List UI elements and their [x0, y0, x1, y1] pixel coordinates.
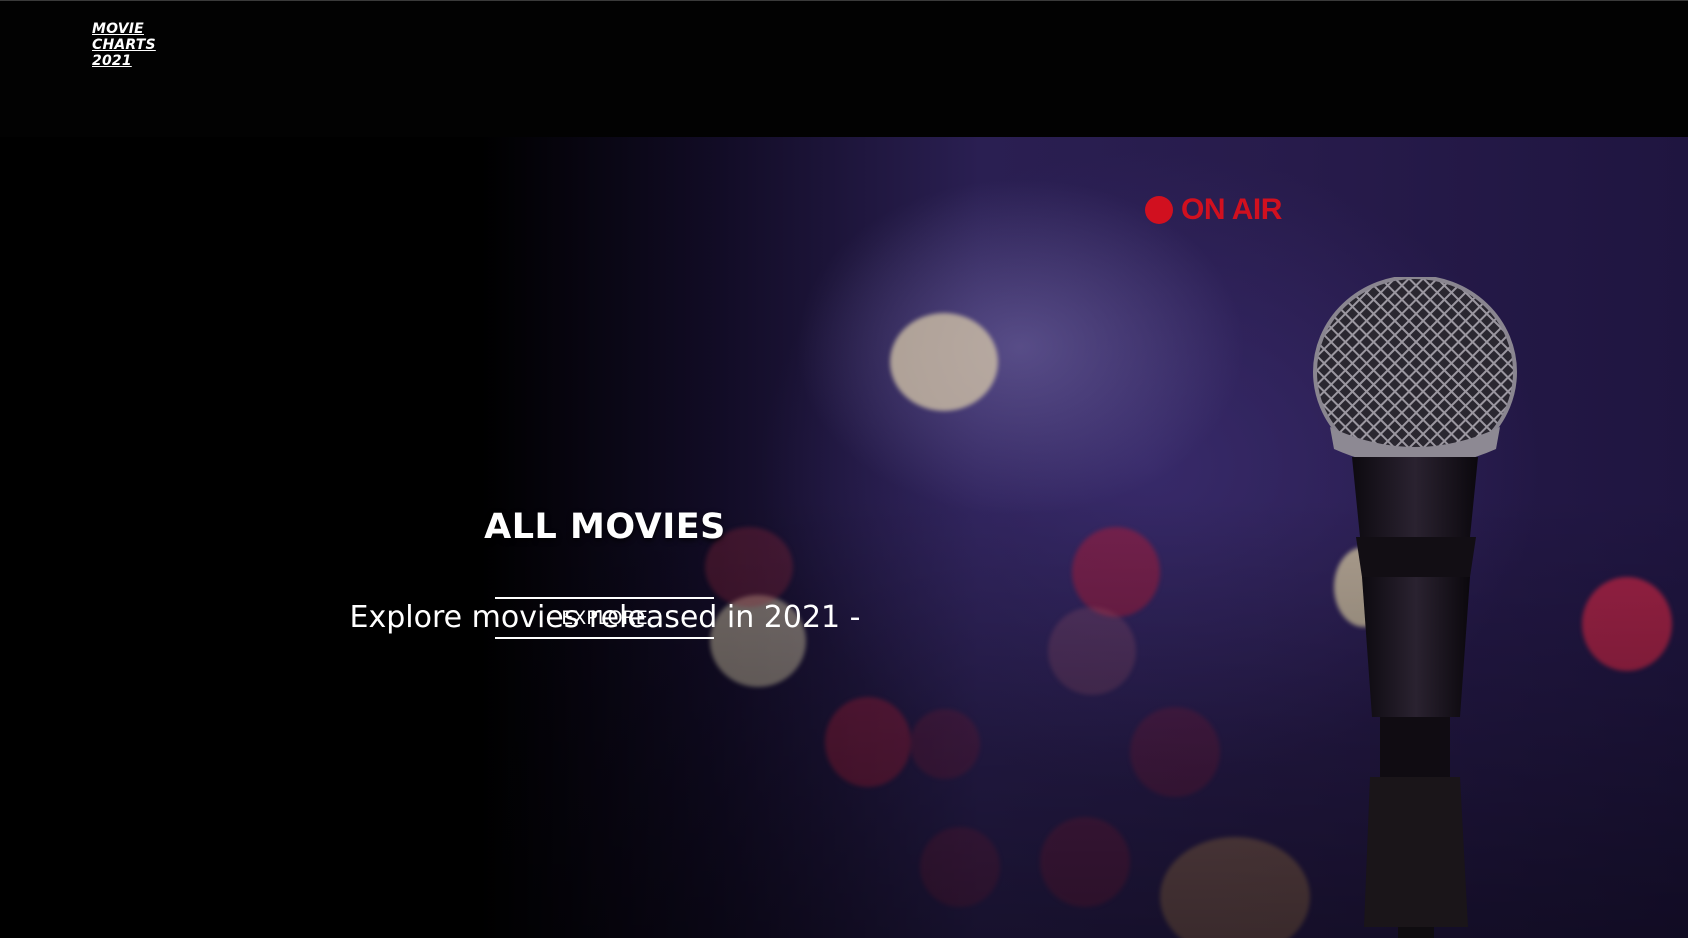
logo-line-2: CHARTS: [92, 37, 156, 53]
on-air-badge: ON AIR: [1145, 193, 1282, 227]
page-title: ALL MOVIES: [484, 507, 726, 547]
record-dot-icon: [1145, 196, 1173, 224]
hero-banner: ON AIR ALL MOVIES Explore movies release…: [0, 137, 1688, 938]
microphone-icon: [1313, 277, 1517, 938]
logo-line-3: 2021: [92, 53, 132, 69]
logo-line-1: MOVIE: [92, 21, 144, 37]
site-logo[interactable]: MOVIE CHARTS 2021: [92, 21, 156, 69]
on-air-label: ON AIR: [1181, 193, 1282, 226]
header-bar: MOVIE CHARTS 2021: [0, 0, 1688, 137]
explore-button[interactable]: EXPLORE: [495, 597, 714, 639]
